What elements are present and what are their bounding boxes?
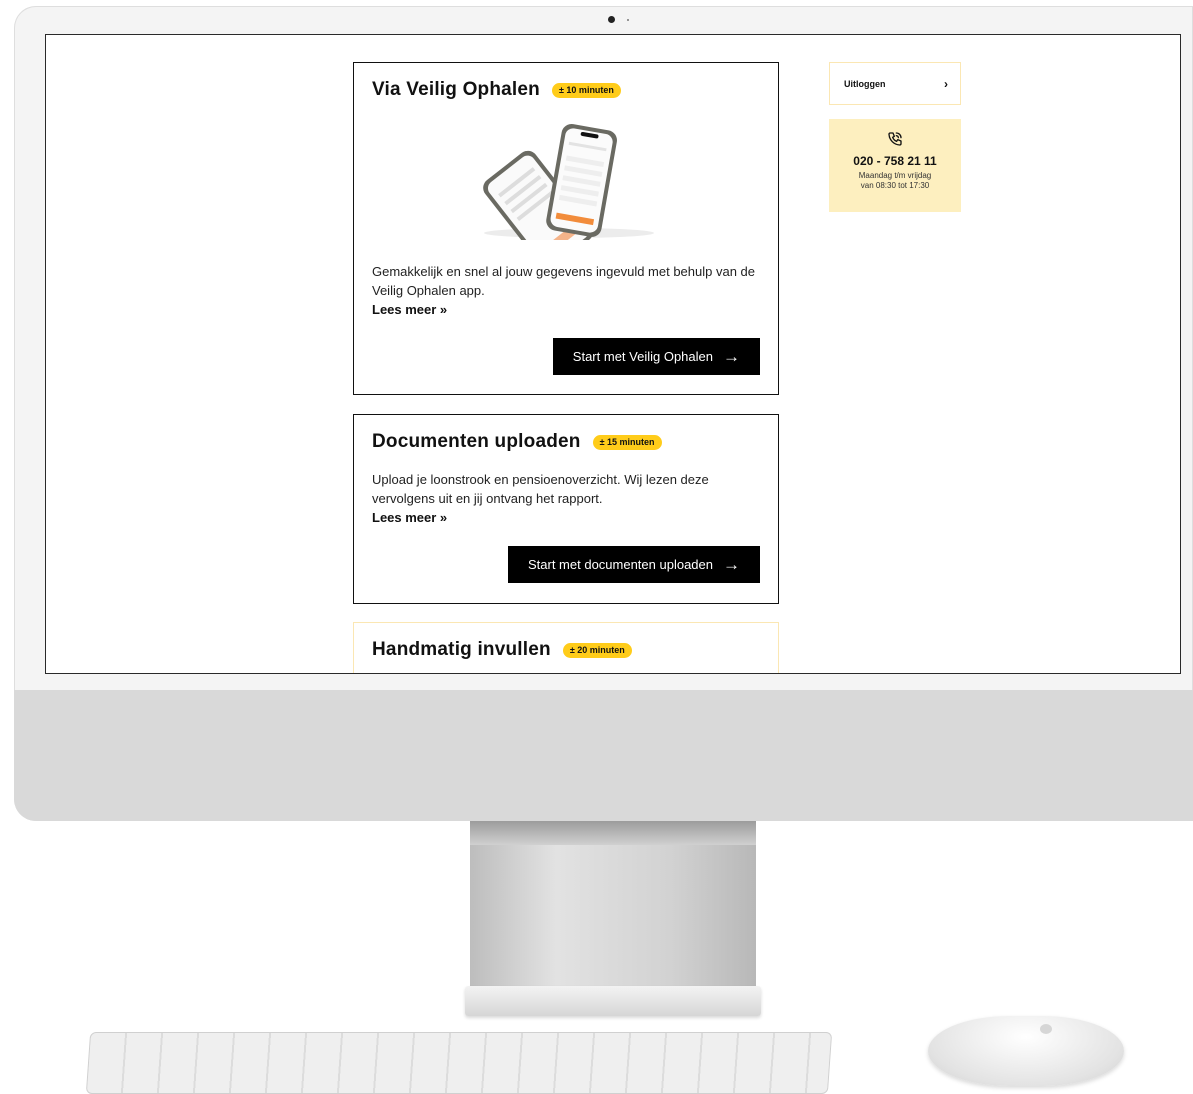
card-veilig-ophalen: Via Veilig Ophalen ± 10 minuten Gemakkel… bbox=[353, 62, 779, 395]
keyboard bbox=[85, 1032, 833, 1094]
imac-stand-foot bbox=[465, 986, 761, 1016]
button-label: Start met Veilig Ophalen bbox=[572, 349, 713, 364]
card-title: Via Veilig Ophalen bbox=[372, 79, 540, 100]
screen: Via Veilig Ophalen ± 10 minuten Gemakkel… bbox=[45, 34, 1181, 674]
lees-meer-link[interactable]: Lees meer » bbox=[372, 508, 762, 527]
time-badge: ± 15 minuten bbox=[592, 434, 662, 450]
imac-chin bbox=[14, 690, 1193, 821]
imac-stand bbox=[470, 821, 756, 991]
phone-icon bbox=[888, 132, 902, 146]
card-header: Handmatig invullen ± 20 minuten bbox=[372, 639, 632, 661]
camera-icon bbox=[608, 16, 615, 23]
contact-box: 020 - 758 21 11 Maandag t/m vrijdag van … bbox=[829, 119, 961, 212]
logout-label: Uitloggen bbox=[844, 78, 886, 89]
phone-number[interactable]: 020 - 758 21 11 bbox=[829, 154, 961, 168]
arrow-right-icon: → bbox=[723, 555, 740, 574]
time-badge: ± 10 minuten bbox=[551, 82, 621, 98]
phones-illustration bbox=[483, 124, 654, 240]
lees-meer-link[interactable]: Lees meer » bbox=[372, 300, 762, 319]
chevron-right-icon: › bbox=[944, 76, 948, 91]
card-handmatig-invullen: Handmatig invullen ± 20 minuten bbox=[353, 622, 779, 673]
sensor-icon bbox=[627, 19, 629, 21]
card-header: Via Veilig Ophalen ± 10 minuten bbox=[372, 79, 621, 101]
hours-times: van 08:30 tot 17:30 bbox=[860, 181, 930, 190]
opening-hours: Maandag t/m vrijdag van 08:30 tot 17:30 bbox=[829, 171, 961, 191]
logout-button[interactable]: Uitloggen › bbox=[829, 62, 961, 105]
card-description: Gemakkelijk en snel al jouw gegevens ing… bbox=[372, 264, 756, 298]
card-title: Handmatig invullen bbox=[372, 639, 551, 660]
card-description: Upload je loonstrook en pensioenoverzich… bbox=[372, 472, 709, 506]
start-documenten-uploaden-button[interactable]: Start met documenten uploaden → bbox=[507, 546, 760, 583]
arrow-right-icon: → bbox=[723, 347, 740, 366]
card-description-block: Upload je loonstrook en pensioenoverzich… bbox=[372, 470, 762, 527]
card-documenten-uploaden: Documenten uploaden ± 15 minuten Upload … bbox=[353, 414, 779, 604]
card-header: Documenten uploaden ± 15 minuten bbox=[372, 431, 662, 453]
card-title: Documenten uploaden bbox=[372, 431, 581, 452]
time-badge: ± 20 minuten bbox=[562, 642, 632, 658]
button-label: Start met documenten uploaden bbox=[527, 557, 713, 572]
card-description-block: Gemakkelijk en snel al jouw gegevens ing… bbox=[372, 262, 762, 319]
start-veilig-ophalen-button[interactable]: Start met Veilig Ophalen → bbox=[552, 338, 760, 375]
apple-logo-icon bbox=[1040, 1024, 1052, 1034]
stand-shadow bbox=[470, 821, 756, 845]
hours-days: Maandag t/m vrijdag bbox=[858, 171, 932, 180]
